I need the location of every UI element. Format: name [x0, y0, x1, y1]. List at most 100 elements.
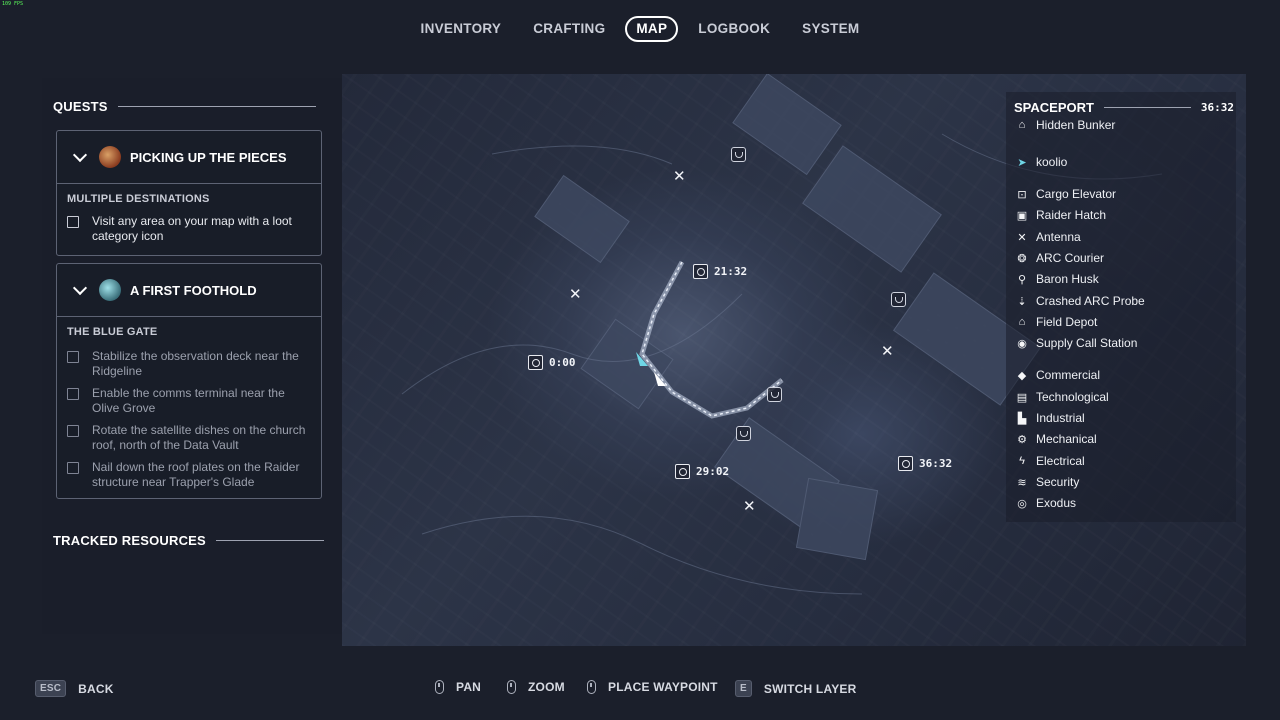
crashed-probe-icon: ⇣: [1017, 295, 1027, 308]
control-hints: ESC BACK PAN ZOOM PLACE WAYPOINT E SWITC…: [0, 680, 1280, 702]
mechanical-icon: ⚙: [1017, 433, 1027, 446]
cargo-elevator-icon: [675, 464, 690, 479]
cargo-elevator-icon: [898, 456, 913, 471]
tab-system[interactable]: SYSTEM: [790, 16, 871, 42]
quest-objective[interactable]: Visit any area on your map with a loot c…: [57, 214, 321, 244]
timer-marker[interactable]: 29:02: [675, 464, 729, 479]
legend-item-technological[interactable]: ▤ Technological: [1016, 390, 1109, 404]
raider-hatch-icon: ▣: [1016, 209, 1028, 222]
raider-hatch-icon[interactable]: [736, 426, 751, 441]
quest-giver-portrait-icon: [99, 279, 121, 301]
legend-item-security[interactable]: ≋ Security: [1016, 475, 1079, 489]
legend-item-exodus[interactable]: ◎ Exodus: [1016, 496, 1076, 510]
quest-destination: THE BLUE GATE: [67, 326, 158, 338]
technological-icon: ▤: [1016, 391, 1028, 404]
zoom-hint: ZOOM: [507, 680, 565, 694]
mouse-wheel-icon: [507, 680, 516, 694]
quest-objective[interactable]: Nail down the roof plates on the Raider …: [57, 460, 321, 490]
objective-checkbox[interactable]: [67, 216, 79, 228]
area-name: SPACEPORT: [1014, 100, 1094, 115]
tab-inventory[interactable]: INVENTORY: [409, 16, 514, 42]
top-nav: INVENTORY CRAFTING MAP LOGBOOK SYSTEM: [0, 16, 1280, 42]
timer-marker[interactable]: 21:32: [693, 264, 747, 279]
quest-title: A FIRST FOOTHOLD: [130, 282, 257, 298]
divider: [215, 540, 324, 541]
back-hint[interactable]: ESC BACK: [35, 680, 114, 697]
mouse-icon: [587, 680, 596, 694]
place-waypoint-hint: PLACE WAYPOINT: [587, 680, 718, 694]
cargo-elevator-icon: [693, 264, 708, 279]
antenna-icon[interactable]: ✕: [569, 287, 582, 302]
tracked-resources-heading: TRACKED RESOURCES: [53, 533, 324, 548]
raider-hatch-icon[interactable]: [767, 387, 782, 402]
supply-station-icon: ◉: [1017, 337, 1027, 350]
chevron-down-icon[interactable]: [72, 147, 88, 162]
legend-item-cargo-elevator[interactable]: ⊡ Cargo Elevator: [1016, 187, 1116, 201]
divider: [1103, 107, 1191, 108]
map-legend: SPACEPORT 36:32 ⌂ Hidden Bunker ➤ koolio ⊡…: [1006, 92, 1236, 522]
esc-key-icon: ESC: [35, 680, 67, 697]
exodus-icon: ◎: [1017, 497, 1027, 510]
timer-marker[interactable]: 0:00: [528, 355, 576, 370]
cargo-elevator-icon: ⊡: [1017, 188, 1027, 201]
electrical-icon: ϟ: [1019, 455, 1025, 467]
e-key-icon: E: [735, 680, 752, 697]
legend-item-industrial[interactable]: ▙ Industrial: [1016, 411, 1085, 425]
industrial-icon: ▙: [1017, 412, 1027, 425]
cargo-elevator-icon: [528, 355, 543, 370]
legend-item-arc-courier[interactable]: ❂ ARC Courier: [1016, 251, 1104, 265]
legend-item-raider-hatch[interactable]: ▣ Raider Hatch: [1016, 208, 1106, 222]
quest-objective[interactable]: Stabilize the observation deck near the …: [57, 349, 321, 379]
mouse-icon: [435, 680, 444, 694]
quest-card[interactable]: PICKING UP THE PIECES MULTIPLE DESTINATI…: [56, 130, 322, 256]
legend-item-electrical[interactable]: ϟ Electrical: [1016, 454, 1085, 468]
quests-panel: QUESTS PICKING UP THE PIECES MULTIPLE DE…: [42, 78, 342, 634]
objective-checkbox[interactable]: [67, 388, 79, 400]
legend-item-mechanical[interactable]: ⚙ Mechanical: [1016, 432, 1097, 446]
bunker-icon: ⌂: [1018, 119, 1026, 131]
antenna-icon[interactable]: ✕: [673, 169, 686, 184]
antenna-icon[interactable]: ✕: [743, 499, 756, 514]
tab-map[interactable]: MAP: [625, 16, 679, 42]
chevron-down-icon[interactable]: [72, 280, 88, 295]
quest-header[interactable]: PICKING UP THE PIECES: [57, 131, 321, 184]
legend-item-hidden-bunker[interactable]: ⌂ Hidden Bunker: [1016, 118, 1116, 132]
quest-title: PICKING UP THE PIECES: [130, 149, 287, 165]
quest-destination: MULTIPLE DESTINATIONS: [67, 193, 210, 205]
security-icon: ≋: [1017, 476, 1027, 489]
switch-layer-hint[interactable]: E SWITCH LAYER: [735, 680, 857, 697]
quest-objective[interactable]: Rotate the satellite dishes on the churc…: [57, 423, 321, 453]
quest-objective[interactable]: Enable the comms terminal near the Olive…: [57, 386, 321, 416]
raider-hatch-icon[interactable]: [891, 292, 906, 307]
legend-item-commercial[interactable]: ◆ Commercial: [1016, 368, 1100, 382]
field-depot-icon: ⌂: [1018, 316, 1026, 328]
arc-courier-icon: ❂: [1017, 252, 1027, 265]
quests-heading: QUESTS: [53, 99, 316, 114]
pan-hint: PAN: [435, 680, 481, 694]
objective-checkbox[interactable]: [67, 425, 79, 437]
commercial-icon: ◆: [1017, 369, 1027, 382]
raider-hatch-icon[interactable]: [731, 147, 746, 162]
tab-crafting[interactable]: CRAFTING: [521, 16, 617, 42]
fps-counter: 109 FPS: [2, 1, 24, 7]
antenna-icon: ✕: [1017, 231, 1027, 244]
legend-item-antenna[interactable]: ✕ Antenna: [1016, 230, 1080, 244]
quest-card[interactable]: A FIRST FOOTHOLD THE BLUE GATE Stabilize…: [56, 263, 322, 499]
legend-item-player[interactable]: ➤ koolio: [1016, 155, 1067, 169]
area-timer: 36:32: [1200, 101, 1234, 114]
legend-item-supply-call-station[interactable]: ◉ Supply Call Station: [1016, 336, 1137, 350]
baron-husk-icon: ⚲: [1017, 273, 1027, 286]
divider: [117, 106, 316, 107]
tab-logbook[interactable]: LOGBOOK: [686, 16, 782, 42]
quest-header[interactable]: A FIRST FOOTHOLD: [57, 264, 321, 317]
antenna-icon[interactable]: ✕: [881, 344, 894, 359]
legend-header: SPACEPORT 36:32: [1014, 100, 1234, 115]
legend-item-crashed-arc-probe[interactable]: ⇣ Crashed ARC Probe: [1016, 294, 1144, 308]
legend-item-baron-husk[interactable]: ⚲ Baron Husk: [1016, 272, 1099, 286]
quest-giver-portrait-icon: [99, 146, 121, 168]
timer-marker[interactable]: 36:32: [898, 456, 952, 471]
objective-checkbox[interactable]: [67, 351, 79, 363]
player-cursor-icon: ➤: [1017, 156, 1027, 169]
legend-item-field-depot[interactable]: ⌂ Field Depot: [1016, 315, 1098, 329]
objective-checkbox[interactable]: [67, 462, 79, 474]
